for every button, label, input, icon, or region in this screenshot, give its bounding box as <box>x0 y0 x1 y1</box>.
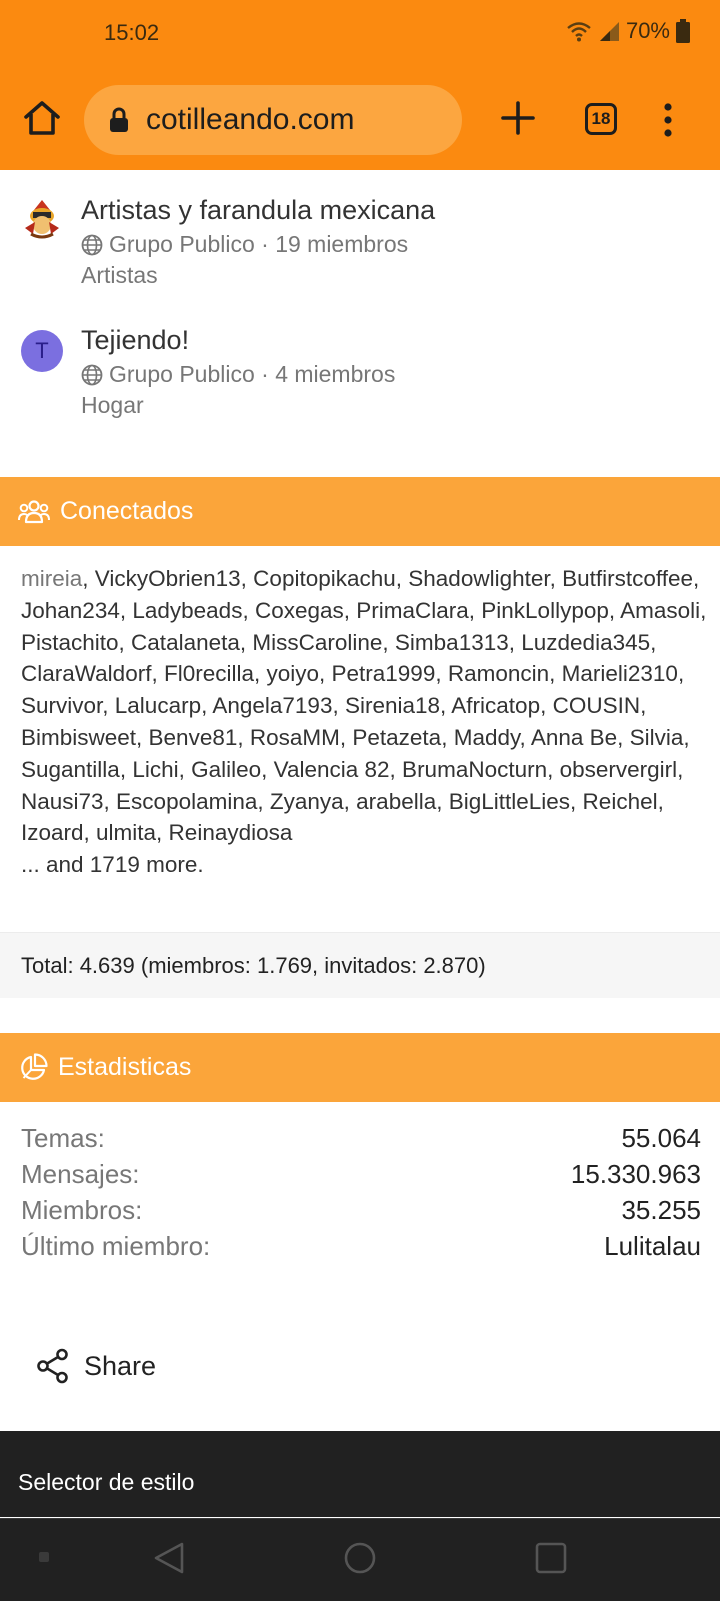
online-total-bar: Total: 4.639 (miembros: 1.769, invitados… <box>0 932 720 998</box>
group-avatar: T <box>21 330 63 372</box>
page-footer: Selector de estilo <box>0 1431 720 1517</box>
nav-dot-icon <box>39 1552 49 1562</box>
system-navigation-bar <box>0 1518 720 1601</box>
status-time: 15:02 <box>104 20 160 45</box>
stats-table: Temas: 55.064 Mensajes: 15.330.963 Miemb… <box>21 1120 701 1264</box>
online-total-text: Total: 4.639 (miembros: 1.769, invitados… <box>21 952 486 978</box>
group-meta-text: Grupo Publico · 19 miembros <box>109 231 409 257</box>
online-heading: Conectados <box>60 497 194 525</box>
stats-section-header: Estadisticas <box>0 1033 720 1102</box>
tab-count: 18 <box>591 109 611 128</box>
stat-row-messages: Mensajes: 15.330.963 <box>21 1156 701 1192</box>
wifi-icon <box>567 22 591 42</box>
back-icon[interactable] <box>152 1541 186 1575</box>
latest-member-link[interactable]: Lulitalau <box>604 1228 701 1264</box>
online-section-header: Conectados <box>0 477 720 546</box>
group-meta: Grupo Publico · 4 miembros <box>81 361 395 388</box>
pie-chart-icon <box>21 1052 48 1080</box>
browser-chrome: 15:02 70% cotilleando.com 18 <box>0 0 720 170</box>
share-button[interactable]: Share <box>36 1348 156 1384</box>
battery-percent: 70% <box>625 18 670 43</box>
users-icon <box>18 499 50 523</box>
stat-label: Último miembro: <box>21 1231 211 1261</box>
stat-value: 35.255 <box>621 1195 701 1225</box>
group-category[interactable]: Hogar <box>81 392 144 419</box>
stat-value: 15.330.963 <box>570 1159 701 1189</box>
group-avatar-image <box>25 200 59 239</box>
group-item[interactable]: Artistas y farandula mexicana Grupo Publ… <box>0 195 720 305</box>
online-more-text: ... and 1719 more. <box>21 852 204 878</box>
recents-icon[interactable] <box>534 1541 568 1575</box>
stat-label: Mensajes: <box>21 1159 140 1189</box>
stat-row-topics: Temas: 55.064 <box>21 1120 701 1156</box>
group-item[interactable]: T Tejiendo! Grupo Publico · 4 miembros H… <box>0 325 720 435</box>
stat-value: 55.064 <box>621 1123 701 1153</box>
stat-label: Miembros: <box>21 1195 143 1225</box>
share-icon <box>37 1348 68 1384</box>
home-nav-icon[interactable] <box>343 1541 377 1575</box>
online-users-text[interactable]: , VickyObrien13, Copitopikachu, Shadowli… <box>21 566 706 845</box>
status-icons: 70% <box>566 18 690 44</box>
signal-icon <box>599 22 619 41</box>
stats-heading: Estadisticas <box>58 1053 192 1081</box>
group-meta: Grupo Publico · 19 miembros <box>81 231 408 258</box>
share-label: Share <box>84 1350 157 1381</box>
group-title[interactable]: Tejiendo! <box>81 325 189 356</box>
new-tab-icon[interactable] <box>500 100 536 136</box>
stat-label: Temas: <box>21 1123 105 1153</box>
stat-row-latest-member: Último miembro: Lulitalau <box>21 1228 701 1264</box>
tab-switcher-button[interactable]: 18 <box>585 103 617 135</box>
address-bar[interactable]: cotilleando.com <box>84 85 462 155</box>
battery-icon <box>676 19 690 43</box>
url-text: cotilleando.com <box>146 103 355 136</box>
globe-icon <box>81 234 103 255</box>
online-users-list: mireia, VickyObrien13, Copitopikachu, Sh… <box>21 563 711 881</box>
stat-row-members: Miembros: 35.255 <box>21 1192 701 1228</box>
avatar-letter: T <box>35 338 49 363</box>
globe-icon <box>81 364 103 385</box>
overflow-menu-icon[interactable] <box>662 103 674 137</box>
style-selector-link[interactable]: Selector de estilo <box>18 1469 194 1496</box>
home-icon[interactable] <box>22 98 62 138</box>
online-user-link[interactable]: mireia <box>21 566 82 591</box>
group-meta-text: Grupo Publico · 4 miembros <box>109 361 396 387</box>
lock-icon <box>110 107 128 132</box>
group-title[interactable]: Artistas y farandula mexicana <box>81 195 435 226</box>
group-category[interactable]: Artistas <box>81 262 158 289</box>
